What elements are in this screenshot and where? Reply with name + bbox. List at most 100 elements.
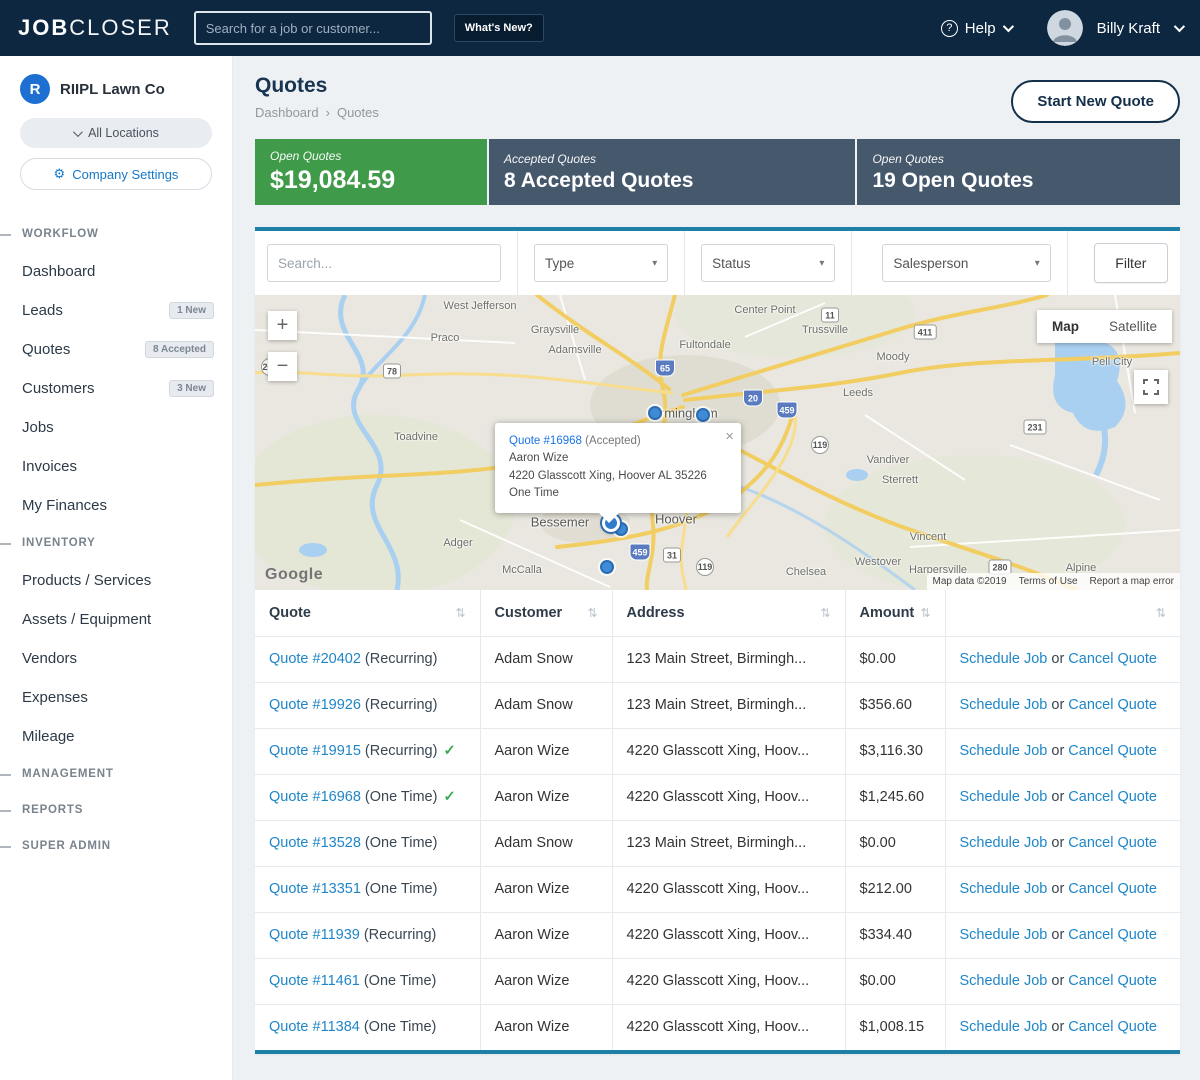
sidebar-item-vendors[interactable]: Vendors bbox=[0, 639, 232, 678]
filter-button[interactable]: Filter bbox=[1094, 243, 1168, 283]
nav-section-reports[interactable]: REPORTS bbox=[0, 792, 232, 828]
cancel-quote-link[interactable]: Cancel Quote bbox=[1068, 973, 1157, 989]
divider bbox=[517, 231, 518, 295]
cancel-quote-link[interactable]: Cancel Quote bbox=[1068, 881, 1157, 897]
sidebar-item-my-finances[interactable]: My Finances bbox=[0, 486, 232, 525]
quote-link[interactable]: Quote #20402 bbox=[269, 651, 361, 667]
type-select[interactable]: Type ▾ bbox=[534, 244, 668, 282]
chevron-down-icon[interactable] bbox=[1174, 21, 1185, 32]
zoom-out-button[interactable]: − bbox=[268, 352, 297, 381]
zoom-in-button[interactable]: + bbox=[268, 311, 297, 340]
sidebar-item-jobs[interactable]: Jobs bbox=[0, 408, 232, 447]
sort-icon[interactable]: ⇅ bbox=[455, 606, 465, 620]
highway-shield: 31 bbox=[663, 548, 681, 563]
quote-link[interactable]: Quote #16968 bbox=[269, 789, 361, 805]
global-search-input[interactable] bbox=[194, 11, 432, 45]
schedule-job-link[interactable]: Schedule Job bbox=[960, 1019, 1048, 1035]
global-search bbox=[194, 11, 432, 45]
logo-bold: JOB bbox=[18, 15, 69, 40]
locations-dropdown[interactable]: All Locations bbox=[20, 118, 212, 148]
schedule-job-link[interactable]: Schedule Job bbox=[960, 835, 1048, 851]
cancel-quote-link[interactable]: Cancel Quote bbox=[1068, 789, 1157, 805]
status-select[interactable]: Status ▾ bbox=[701, 244, 835, 282]
start-new-quote-button[interactable]: Start New Quote bbox=[1011, 80, 1180, 123]
user-name[interactable]: Billy Kraft bbox=[1097, 20, 1160, 37]
cancel-quote-link[interactable]: Cancel Quote bbox=[1068, 651, 1157, 667]
header-customer[interactable]: Customer⇅ bbox=[480, 590, 612, 636]
sort-icon[interactable]: ⇅ bbox=[587, 606, 597, 620]
map-label: Fultondale bbox=[679, 339, 730, 351]
nav-section-super-admin[interactable]: SUPER ADMIN bbox=[0, 828, 232, 864]
quote-type: (Recurring) bbox=[364, 927, 437, 943]
quotes-map[interactable]: West Jefferson Praco Graysville Adamsvil… bbox=[255, 295, 1180, 590]
address-cell: 4220 Glasscott Xing, Hoov... bbox=[612, 912, 845, 958]
header-address[interactable]: Address⇅ bbox=[612, 590, 845, 636]
close-icon[interactable]: × bbox=[725, 426, 734, 449]
company-settings-button[interactable]: ⚙ Company Settings bbox=[20, 158, 212, 190]
quote-link[interactable]: Quote #11461 bbox=[269, 973, 360, 989]
quote-link[interactable]: Quote #13351 bbox=[269, 881, 361, 897]
schedule-job-link[interactable]: Schedule Job bbox=[960, 789, 1048, 805]
user-avatar[interactable] bbox=[1047, 10, 1083, 46]
sidebar-item-customers[interactable]: Customers3 New bbox=[0, 369, 232, 408]
header-quote[interactable]: Quote⇅ bbox=[255, 590, 480, 636]
sort-icon[interactable]: ⇅ bbox=[820, 606, 830, 620]
nav-section-management[interactable]: MANAGEMENT bbox=[0, 756, 232, 792]
map-marker[interactable] bbox=[696, 408, 710, 422]
schedule-job-link[interactable]: Schedule Job bbox=[960, 973, 1048, 989]
map-label: Vincent bbox=[910, 531, 947, 543]
sidebar-item-invoices[interactable]: Invoices bbox=[0, 447, 232, 486]
sort-icon[interactable]: ⇅ bbox=[920, 606, 930, 620]
schedule-job-link[interactable]: Schedule Job bbox=[960, 881, 1048, 897]
header-amount[interactable]: Amount⇅ bbox=[845, 590, 945, 636]
schedule-job-link[interactable]: Schedule Job bbox=[960, 697, 1048, 713]
address-cell: 123 Main Street, Birmingh... bbox=[612, 682, 845, 728]
quote-link[interactable]: Quote #19926 bbox=[269, 697, 361, 713]
quotes-search-input[interactable] bbox=[267, 244, 501, 282]
map-type-map[interactable]: Map bbox=[1037, 310, 1094, 343]
sidebar-item-expenses[interactable]: Expenses bbox=[0, 678, 232, 717]
info-quote-link[interactable]: Quote #16968 bbox=[509, 435, 582, 447]
quote-link[interactable]: Quote #11384 bbox=[269, 1019, 360, 1035]
terms-of-use-link[interactable]: Terms of Use bbox=[1019, 576, 1078, 587]
quote-link[interactable]: Quote #19915 bbox=[269, 743, 361, 759]
highway-shield: 411 bbox=[914, 325, 937, 340]
map-type-satellite[interactable]: Satellite bbox=[1094, 310, 1172, 343]
whats-new-button[interactable]: What's New? bbox=[454, 14, 544, 42]
map-data-text: Map data ©2019 bbox=[933, 576, 1007, 587]
map-attribution: Map data ©2019 Terms of Use Report a map… bbox=[927, 573, 1180, 590]
help-menu[interactable]: ? Help bbox=[941, 20, 1011, 37]
cancel-quote-link[interactable]: Cancel Quote bbox=[1068, 835, 1157, 851]
breadcrumb-dashboard[interactable]: Dashboard bbox=[255, 105, 319, 120]
schedule-job-link[interactable]: Schedule Job bbox=[960, 743, 1048, 759]
map-marker[interactable] bbox=[648, 406, 662, 420]
header-actions[interactable]: ⇅ bbox=[945, 590, 1180, 636]
map-marker[interactable] bbox=[600, 560, 614, 574]
sidebar-item-dashboard[interactable]: Dashboard bbox=[0, 252, 232, 291]
info-customer: Aaron Wize bbox=[509, 450, 727, 467]
sidebar-item-mileage[interactable]: Mileage bbox=[0, 717, 232, 756]
sort-icon[interactable]: ⇅ bbox=[1156, 606, 1166, 620]
quotes-badge: 8 Accepted bbox=[145, 341, 214, 358]
sidebar-item-products-services[interactable]: Products / Services bbox=[0, 561, 232, 600]
sidebar-item-leads[interactable]: Leads1 New bbox=[0, 291, 232, 330]
schedule-job-link[interactable]: Schedule Job bbox=[960, 927, 1048, 943]
quote-link[interactable]: Quote #11939 bbox=[269, 927, 360, 943]
cancel-quote-link[interactable]: Cancel Quote bbox=[1068, 927, 1157, 943]
cancel-quote-link[interactable]: Cancel Quote bbox=[1068, 743, 1157, 759]
amount-cell: $0.00 bbox=[845, 958, 945, 1004]
sidebar-item-quotes[interactable]: Quotes8 Accepted bbox=[0, 330, 232, 369]
fullscreen-button[interactable] bbox=[1134, 370, 1168, 404]
amount-cell: $356.60 bbox=[845, 682, 945, 728]
cancel-quote-link[interactable]: Cancel Quote bbox=[1068, 697, 1157, 713]
quote-link[interactable]: Quote #13528 bbox=[269, 835, 361, 851]
salesperson-select[interactable]: Salesperson ▾ bbox=[882, 244, 1050, 282]
chevron-down-icon: ▾ bbox=[819, 258, 824, 269]
navbar-right: ? Help Billy Kraft bbox=[941, 10, 1182, 46]
cancel-quote-link[interactable]: Cancel Quote bbox=[1068, 1019, 1157, 1035]
sidebar-item-assets-equipment[interactable]: Assets / Equipment bbox=[0, 600, 232, 639]
schedule-job-link[interactable]: Schedule Job bbox=[960, 651, 1048, 667]
report-map-error-link[interactable]: Report a map error bbox=[1090, 576, 1174, 587]
leads-badge: 1 New bbox=[169, 302, 214, 319]
quote-type: (One Time) bbox=[365, 789, 438, 805]
